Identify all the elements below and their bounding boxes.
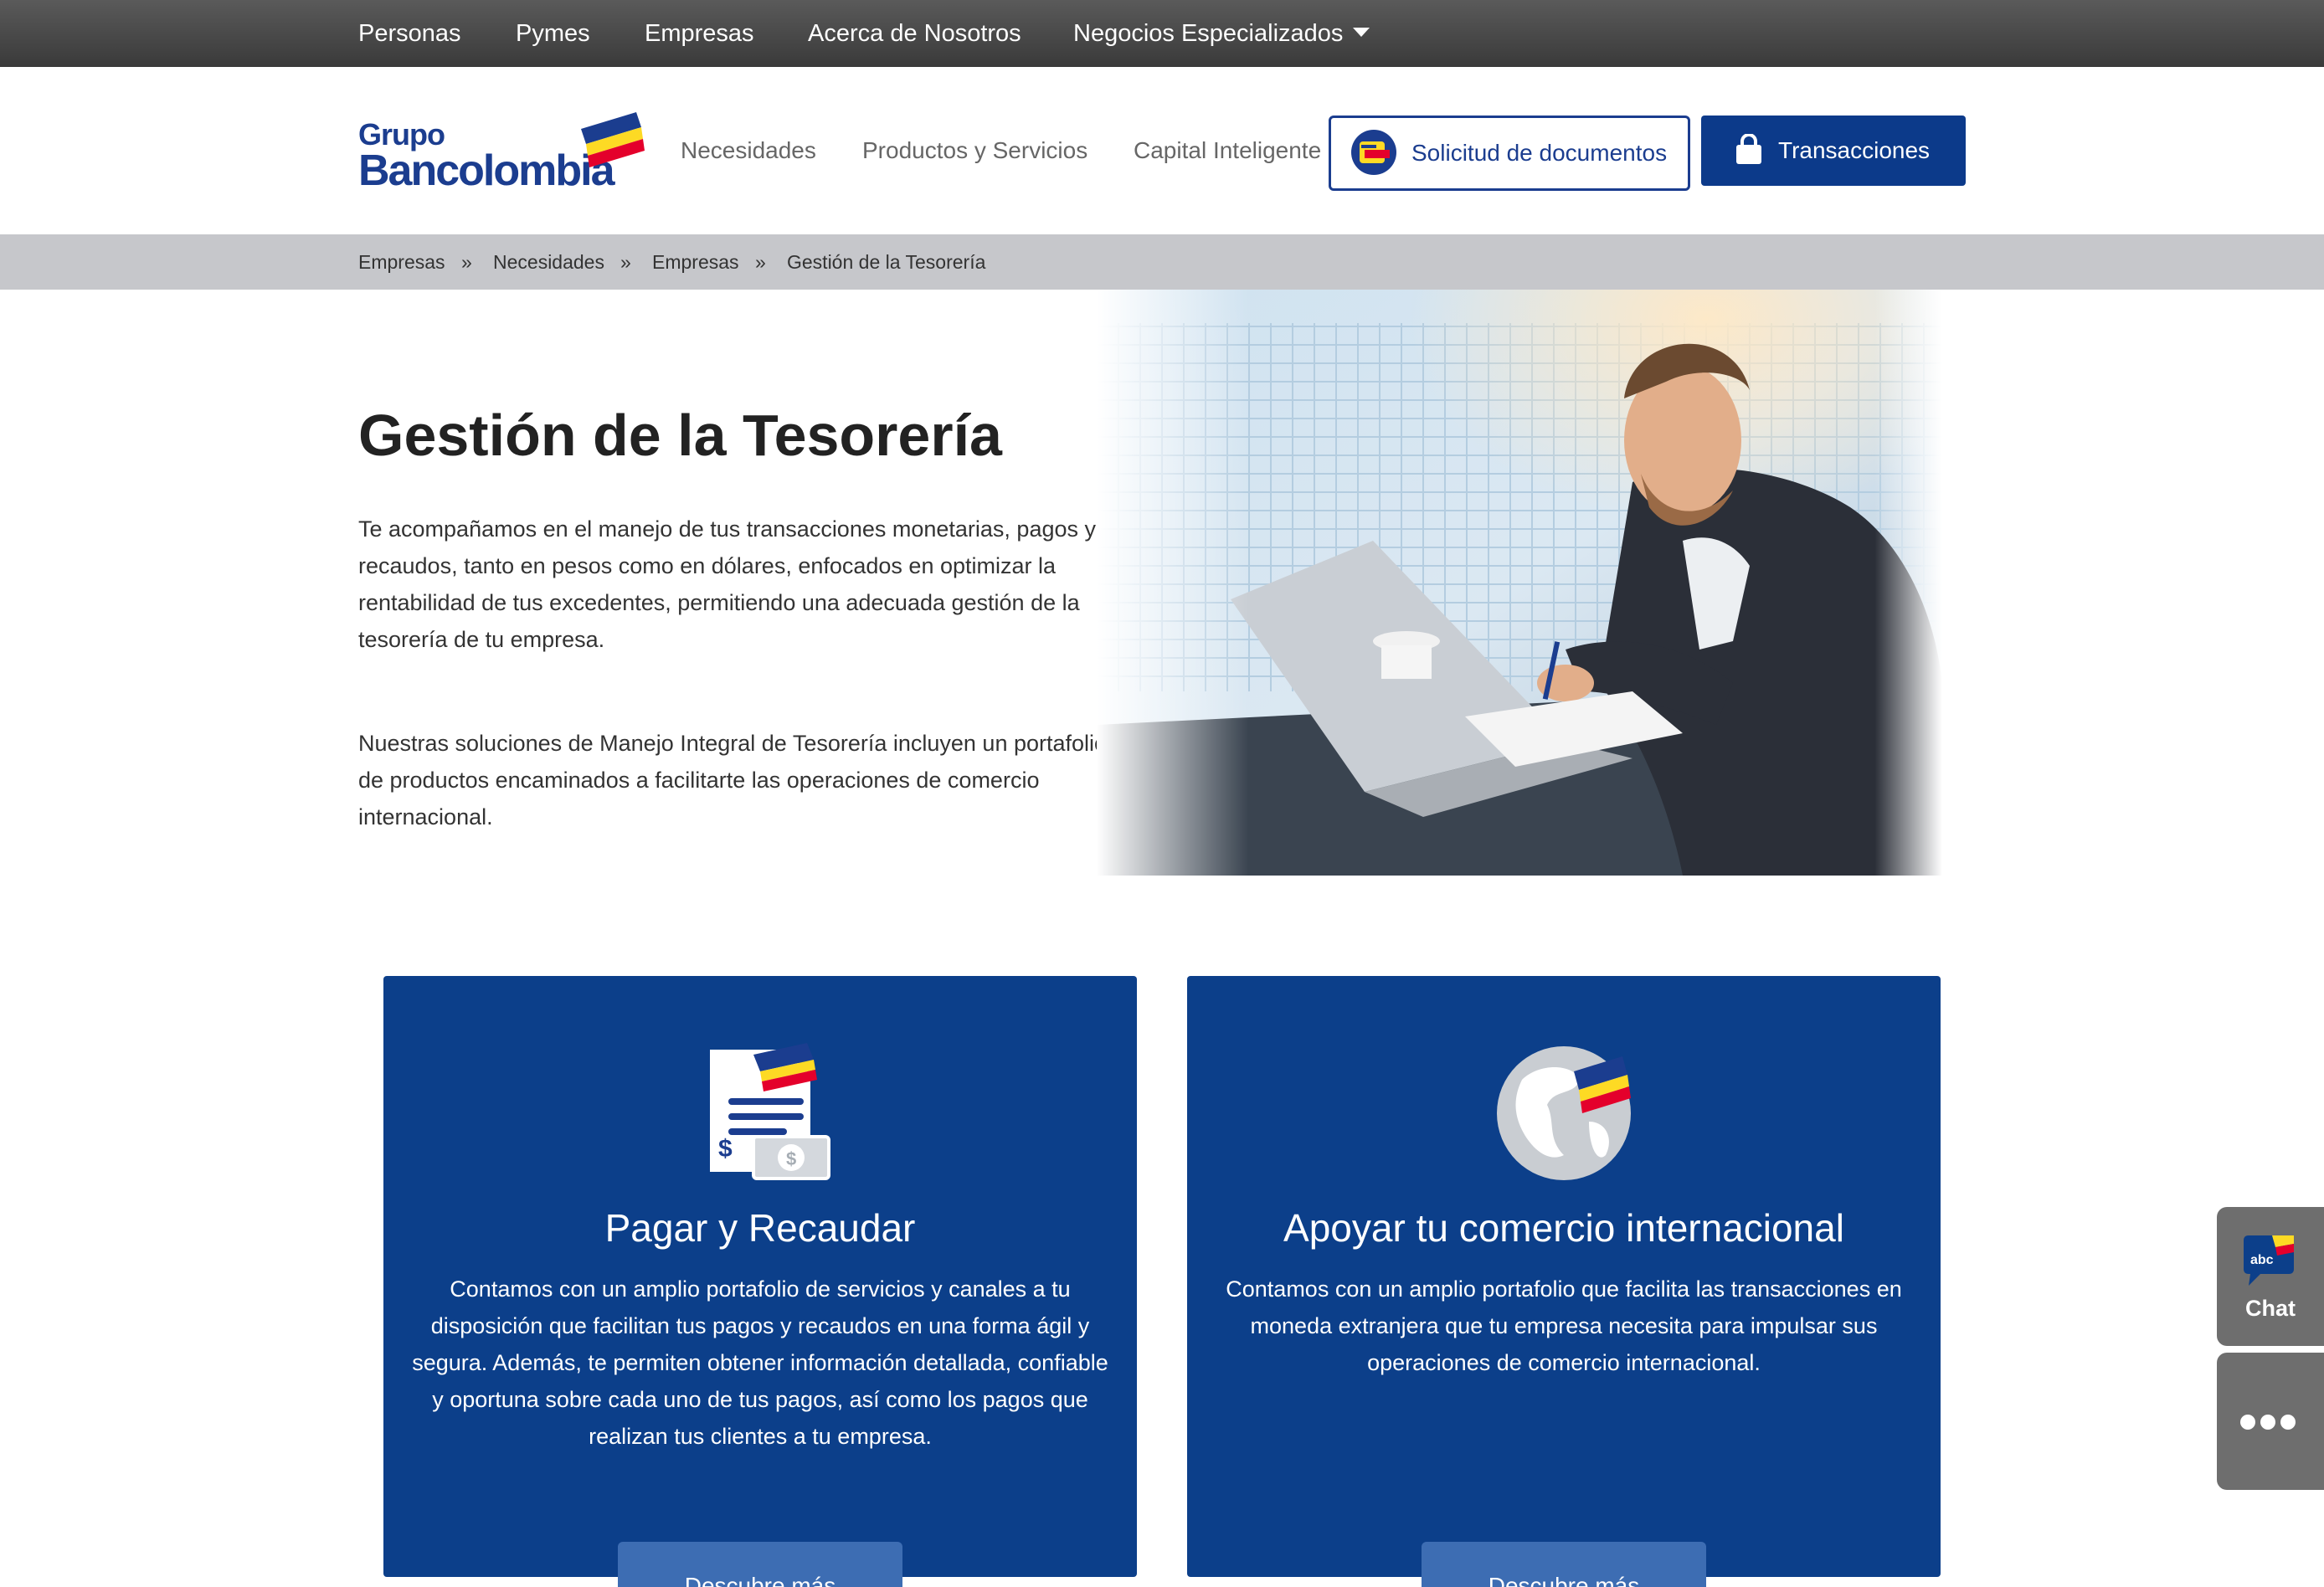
bancolombia-logo[interactable]: Grupo Bancolombia bbox=[358, 110, 645, 195]
descubre-mas-button[interactable]: Descubre más bbox=[1422, 1542, 1706, 1587]
card-description: Contamos con un amplio portafolio de ser… bbox=[412, 1276, 1108, 1449]
more-options-button[interactable] bbox=[2217, 1353, 2324, 1490]
logo-line2: Bancolombia bbox=[358, 146, 614, 195]
card-title: Pagar y Recaudar bbox=[604, 1206, 916, 1250]
card-comercio-internacional: Apoyar tu comercio internacional Contamo… bbox=[1187, 976, 1941, 1587]
page-title: Gestión de la Tesorería bbox=[358, 403, 1002, 468]
hero-paragraph-1: Te acompañamos en el manejo de tus trans… bbox=[358, 516, 1096, 652]
breadcrumb-separator: » bbox=[755, 251, 766, 273]
breadcrumb-separator: » bbox=[620, 251, 631, 273]
more-dots-icon bbox=[2260, 1415, 2275, 1430]
chat-widget-button[interactable]: abc Chat bbox=[2217, 1207, 2324, 1346]
globe-icon bbox=[1497, 1046, 1631, 1180]
document-request-icon bbox=[1351, 130, 1396, 175]
descubre-mas-button[interactable]: Descubre más bbox=[618, 1542, 902, 1587]
topnav-acerca[interactable]: Acerca de Nosotros bbox=[808, 0, 1021, 67]
main-header: Grupo Bancolombia Necesidades Productos … bbox=[0, 67, 2324, 234]
topnav-negocios-label: Negocios Especializados bbox=[1073, 20, 1344, 47]
solicitud-documentos-button[interactable]: Solicitud de documentos bbox=[1329, 116, 1690, 191]
transacciones-label: Transacciones bbox=[1778, 137, 1931, 163]
caret-down-icon bbox=[1353, 27, 1370, 37]
top-navigation-bar: Personas Pymes Empresas Acerca de Nosotr… bbox=[0, 0, 2324, 67]
breadcrumb-separator: » bbox=[461, 251, 472, 273]
chat-badge-text: abc bbox=[2250, 1253, 2274, 1267]
chat-label: Chat bbox=[2245, 1296, 2296, 1321]
solicitud-documentos-label: Solicitud de documentos bbox=[1411, 140, 1668, 166]
nav-capital-inteligente[interactable]: Capital Inteligente bbox=[1134, 67, 1321, 234]
breadcrumb: Empresas » Necesidades » Empresas » Gest… bbox=[0, 234, 2324, 290]
breadcrumb-necesidades[interactable]: Necesidades bbox=[493, 234, 604, 290]
nav-necesidades[interactable]: Necesidades bbox=[681, 67, 816, 234]
topnav-pymes[interactable]: Pymes bbox=[516, 0, 590, 67]
invoice-money-icon: $ $ bbox=[710, 1043, 830, 1180]
card-title: Apoyar tu comercio internacional bbox=[1283, 1206, 1844, 1250]
transacciones-button[interactable]: Transacciones bbox=[1701, 116, 1966, 186]
lock-icon bbox=[1736, 134, 1761, 164]
breadcrumb-current: Gestión de la Tesorería bbox=[787, 251, 986, 273]
card-pagar-recaudar: $ $ Pagar y Recaudar Contamos con un amp… bbox=[383, 976, 1137, 1587]
topnav-personas[interactable]: Personas bbox=[358, 0, 461, 67]
card-description: Contamos con un amplio portafolio que fa… bbox=[1226, 1276, 1902, 1375]
more-dots-icon bbox=[2240, 1415, 2255, 1430]
nav-productos-servicios[interactable]: Productos y Servicios bbox=[862, 67, 1087, 234]
topnav-empresas[interactable]: Empresas bbox=[645, 0, 754, 67]
bancolombia-flag-icon bbox=[581, 112, 645, 167]
hero-businessman-laptop-image bbox=[1097, 290, 1942, 876]
breadcrumb-empresas[interactable]: Empresas bbox=[358, 234, 445, 290]
svg-text:$: $ bbox=[718, 1135, 733, 1163]
hero-paragraph-2: Nuestras soluciones de Manejo Integral d… bbox=[358, 731, 1108, 829]
chat-bubble-icon: abc bbox=[2244, 1235, 2294, 1286]
svg-text:$: $ bbox=[786, 1148, 796, 1169]
topnav-negocios-especializados[interactable]: Negocios Especializados bbox=[1073, 0, 1370, 67]
breadcrumb-empresas-2[interactable]: Empresas bbox=[652, 234, 739, 290]
more-dots-icon bbox=[2280, 1415, 2296, 1430]
